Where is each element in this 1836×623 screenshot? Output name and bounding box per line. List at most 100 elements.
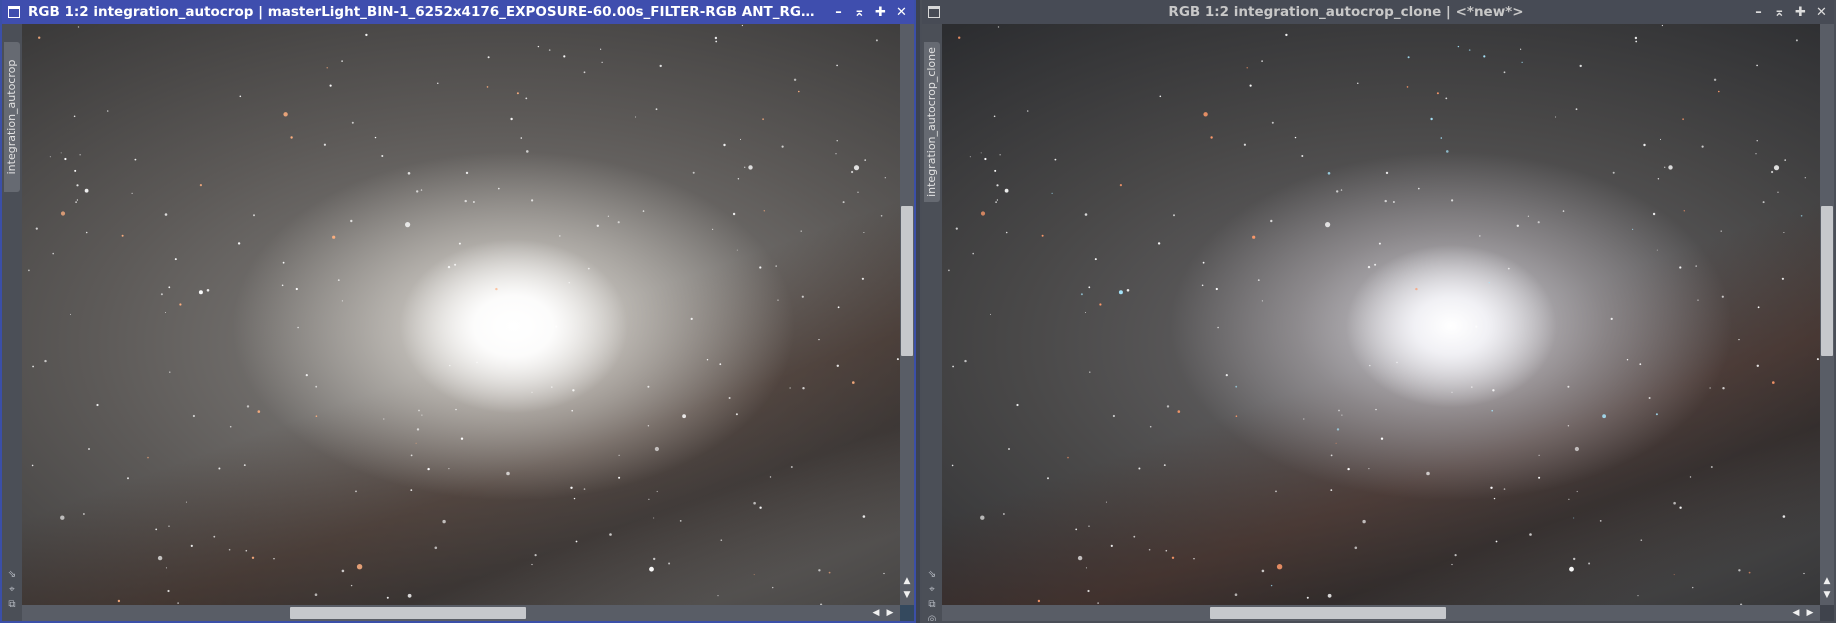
crosshair-icon[interactable]: ⌖: [5, 584, 19, 596]
scroll-down-icon[interactable]: ▼: [1820, 589, 1834, 601]
star: [600, 48, 602, 50]
horizontal-scroll-thumb[interactable]: [1210, 607, 1446, 619]
star: [1047, 477, 1049, 480]
star: [1626, 359, 1629, 361]
star: [365, 33, 368, 37]
star: [777, 299, 779, 301]
close-icon[interactable]: ✕: [895, 6, 908, 19]
star: [1325, 222, 1331, 228]
star: [386, 596, 389, 599]
vertical-scrollbar[interactable]: ▲ ▼: [1820, 24, 1834, 605]
star: [516, 92, 519, 95]
star: [1574, 446, 1579, 452]
window-titlebar[interactable]: RGB 1:2 integration_autocrop_clone | <*n…: [922, 0, 1834, 24]
shade-icon[interactable]: ⌅: [1773, 6, 1786, 19]
star: [160, 293, 163, 296]
star: [315, 385, 318, 388]
star: [801, 295, 804, 298]
window-title: RGB 1:2 integration_autocrop_clone | <*n…: [1168, 4, 1524, 20]
horizontal-scroll-thumb[interactable]: [290, 607, 526, 619]
copy-icon[interactable]: ⧉: [925, 599, 939, 611]
star: [996, 184, 999, 187]
view-identifier-tab[interactable]: integration_autocrop: [4, 42, 20, 192]
copy-icon[interactable]: ⧉: [5, 599, 19, 611]
shade-icon[interactable]: ⌅: [853, 6, 866, 19]
star: [969, 156, 971, 158]
star: [1173, 214, 1175, 217]
arrow-icon[interactable]: ⇘: [5, 569, 19, 581]
star: [314, 593, 318, 596]
vertical-scrollbar[interactable]: ▲ ▼: [900, 24, 914, 605]
star: [740, 138, 741, 140]
minimize-icon[interactable]: –: [832, 6, 845, 19]
star: [1089, 371, 1091, 373]
horizontal-scrollbar[interactable]: ◀ ▶: [22, 605, 900, 621]
star: [165, 312, 166, 313]
vertical-scroll-thumb[interactable]: [901, 206, 913, 356]
star: [1418, 187, 1420, 190]
window-titlebar[interactable]: RGB 1:2 integration_autocrop | masterLig…: [2, 0, 914, 24]
star: [1336, 190, 1339, 193]
star: [596, 224, 599, 227]
star: [715, 40, 718, 43]
star: [1661, 24, 1663, 27]
minimize-icon[interactable]: –: [1752, 6, 1765, 19]
star: [1294, 136, 1297, 139]
scroll-left-icon[interactable]: ◀: [1790, 607, 1802, 619]
scroll-right-icon[interactable]: ▶: [1804, 607, 1816, 619]
star: [1804, 177, 1806, 179]
star: [559, 235, 561, 237]
star: [305, 374, 308, 377]
star: [1567, 385, 1570, 388]
star: [164, 213, 168, 216]
star: [1426, 471, 1430, 476]
window-menu-icon[interactable]: [928, 6, 940, 18]
scroll-up-icon[interactable]: ▲: [900, 575, 914, 587]
star: [732, 212, 736, 216]
scroll-up-icon[interactable]: ▲: [1820, 575, 1834, 587]
star: [1683, 210, 1685, 212]
star: [1738, 569, 1741, 572]
maximize-icon[interactable]: ✚: [874, 6, 887, 19]
maximize-icon[interactable]: ✚: [1794, 6, 1807, 19]
vertical-scroll-thumb[interactable]: [1821, 206, 1833, 356]
star: [728, 397, 731, 399]
star: [1657, 178, 1660, 180]
view-sidebar: integration_autocrop ⇘ ⌖ ⧉: [2, 24, 22, 621]
star: [1163, 464, 1166, 466]
star: [617, 221, 620, 224]
star: [609, 533, 612, 536]
image-canvas[interactable]: [942, 24, 1820, 605]
crosshair-icon[interactable]: ⌖: [925, 584, 939, 596]
scroll-right-icon[interactable]: ▶: [884, 607, 896, 619]
image-window-left[interactable]: RGB 1:2 integration_autocrop | masterLig…: [0, 0, 916, 623]
star: [759, 266, 762, 269]
star: [853, 165, 860, 171]
target-icon[interactable]: ◎: [925, 614, 939, 621]
star: [1451, 391, 1453, 393]
image-canvas[interactable]: [22, 24, 900, 605]
star: [1656, 249, 1658, 251]
star: [955, 227, 958, 230]
star: [134, 158, 137, 161]
star: [355, 490, 357, 493]
star: [1008, 448, 1010, 450]
image-window-right[interactable]: RGB 1:2 integration_autocrop_clone | <*n…: [920, 0, 1836, 623]
star: [1234, 593, 1238, 596]
close-icon[interactable]: ✕: [1815, 6, 1828, 19]
star: [177, 602, 179, 604]
scroll-left-icon[interactable]: ◀: [870, 607, 882, 619]
view-identifier-tab[interactable]: integration_autocrop_clone: [924, 42, 940, 202]
window-menu-icon[interactable]: [8, 6, 20, 18]
star: [88, 448, 90, 450]
star: [168, 286, 171, 289]
star: [1249, 84, 1252, 87]
star: [1520, 48, 1522, 50]
star: [434, 546, 438, 550]
star: [460, 437, 464, 440]
arrow-icon[interactable]: ⇘: [925, 569, 939, 581]
star: [1276, 564, 1283, 570]
horizontal-scrollbar[interactable]: ◀ ▶: [942, 605, 1820, 621]
star: [405, 222, 411, 228]
scroll-down-icon[interactable]: ▼: [900, 589, 914, 601]
